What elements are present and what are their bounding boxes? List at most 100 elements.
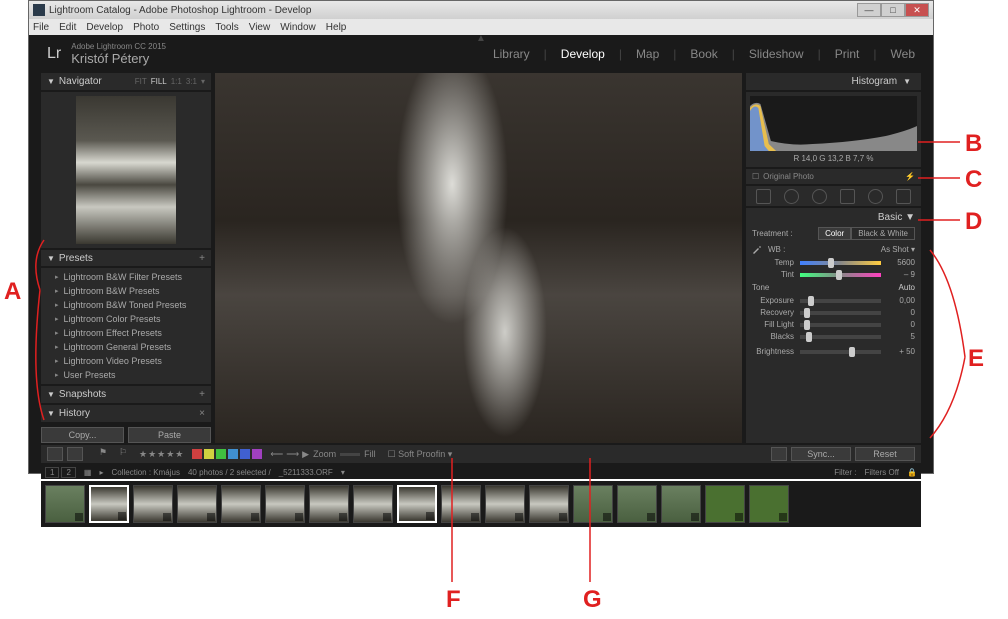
treatment-bw[interactable]: Black & White [851, 227, 915, 240]
grid-icon[interactable]: ▦ [84, 468, 92, 477]
nav-3to1[interactable]: 3:1 [186, 77, 197, 86]
menu-view[interactable]: View [249, 22, 271, 33]
rating-stars[interactable]: ★★★★★ [139, 449, 184, 460]
color-label-purple[interactable] [252, 449, 262, 459]
copy-button[interactable]: Copy... [41, 427, 124, 443]
image-viewport[interactable] [215, 73, 742, 443]
menu-window[interactable]: Window [280, 22, 316, 33]
radial-tool[interactable] [868, 189, 883, 204]
minimize-button[interactable]: — [857, 3, 881, 17]
module-develop[interactable]: Develop [561, 47, 605, 61]
add-snapshot-button[interactable]: + [199, 389, 205, 400]
menu-photo[interactable]: Photo [133, 22, 159, 33]
paste-button[interactable]: Paste [128, 427, 211, 443]
brightness-value[interactable]: + 50 [887, 347, 915, 356]
filmstrip-thumb[interactable] [45, 485, 85, 523]
filmstrip[interactable] [41, 481, 921, 527]
add-preset-button[interactable]: + [199, 253, 205, 264]
clear-history-button[interactable]: × [199, 408, 205, 419]
loupe-view-button[interactable] [47, 447, 63, 461]
preset-folder[interactable]: Lightroom B&W Presets [41, 284, 211, 298]
lock-icon[interactable]: 🔒 [907, 468, 917, 477]
zoom-slider[interactable] [340, 453, 360, 456]
filter-dropdown[interactable]: Filters Off [865, 468, 900, 477]
navigator-preview[interactable] [41, 92, 211, 248]
preset-folder[interactable]: Lightroom General Presets [41, 340, 211, 354]
spot-tool[interactable] [784, 189, 799, 204]
chevron-icon[interactable]: ▾ [201, 77, 205, 86]
menu-edit[interactable]: Edit [59, 22, 76, 33]
chevron-down-icon[interactable]: ▾ [341, 468, 345, 477]
flag-icon[interactable]: ⚑ [99, 447, 115, 461]
filmstrip-thumb[interactable] [265, 485, 305, 523]
history-header[interactable]: ▼ History × [41, 405, 211, 422]
prev-button[interactable]: ⟵ [270, 449, 283, 460]
nav-fit[interactable]: FIT [135, 77, 147, 86]
filmstrip-thumb[interactable] [177, 485, 217, 523]
menu-help[interactable]: Help [326, 22, 347, 33]
preset-folder[interactable]: User Presets [41, 368, 211, 382]
filmstrip-thumb[interactable] [309, 485, 349, 523]
close-button[interactable]: ✕ [905, 3, 929, 17]
fill-slider[interactable] [800, 323, 881, 327]
blacks-slider[interactable] [800, 335, 881, 339]
filmstrip-thumb[interactable] [89, 485, 129, 523]
snapshots-header[interactable]: ▼ Snapshots + [41, 386, 211, 403]
histogram[interactable]: R 14,0 G 13,2 B 7,7 % [746, 92, 921, 167]
nav-fill[interactable]: FILL [151, 77, 167, 86]
temp-value[interactable]: 5600 [887, 258, 915, 267]
menu-file[interactable]: File [33, 22, 49, 33]
chevron-icon[interactable]: ▸ [99, 468, 103, 477]
wb-value[interactable]: As Shot ▾ [881, 245, 915, 254]
compare-view-button[interactable] [67, 447, 83, 461]
nav-1to1[interactable]: 1:1 [171, 77, 182, 86]
maximize-button[interactable]: □ [881, 3, 905, 17]
filmstrip-thumb[interactable] [617, 485, 657, 523]
preset-folder[interactable]: Lightroom Effect Presets [41, 326, 211, 340]
fill-value[interactable]: 0 [887, 320, 915, 329]
zoom-label[interactable]: Zoom [313, 449, 336, 459]
filmstrip-thumb[interactable] [353, 485, 393, 523]
filmstrip-thumb[interactable] [661, 485, 701, 523]
reset-button[interactable]: Reset [855, 447, 915, 461]
filmstrip-thumb[interactable] [749, 485, 789, 523]
exposure-value[interactable]: 0,00 [887, 296, 915, 305]
reject-icon[interactable]: ⚐ [119, 447, 135, 461]
filmstrip-thumb[interactable] [529, 485, 569, 523]
color-label-blue2[interactable] [240, 449, 250, 459]
filmstrip-thumb[interactable] [133, 485, 173, 523]
eyedropper-icon[interactable] [752, 244, 762, 254]
treatment-color[interactable]: Color [818, 227, 851, 240]
original-photo-row[interactable]: ☐ Original Photo ⚡ [746, 169, 921, 184]
recovery-slider[interactable] [800, 311, 881, 315]
filmstrip-thumb[interactable] [573, 485, 613, 523]
soft-proof-label[interactable]: Soft Proofin [398, 449, 445, 459]
exposure-slider[interactable] [800, 299, 881, 303]
preset-folder[interactable]: Lightroom B&W Filter Presets [41, 270, 211, 284]
screen-2[interactable]: 2 [61, 467, 75, 478]
sync-button[interactable]: Sync... [791, 447, 851, 461]
brightness-slider[interactable] [800, 350, 881, 354]
color-label-green[interactable] [216, 449, 226, 459]
filmstrip-thumb[interactable] [485, 485, 525, 523]
filmstrip-thumb[interactable] [441, 485, 481, 523]
module-book[interactable]: Book [690, 47, 717, 61]
tint-slider[interactable] [800, 273, 881, 277]
menu-tools[interactable]: Tools [215, 22, 238, 33]
color-label-red[interactable] [192, 449, 202, 459]
blacks-value[interactable]: 5 [887, 332, 915, 341]
tint-value[interactable]: – 9 [887, 270, 915, 279]
chevron-down-icon[interactable]: ▼ [905, 212, 915, 223]
navigator-header[interactable]: ▼ Navigator FIT FILL 1:1 3:1 ▾ [41, 73, 211, 90]
screen-1[interactable]: 1 [45, 467, 59, 478]
bolt-icon[interactable]: ⚡ [905, 172, 915, 181]
brush-tool[interactable] [896, 189, 911, 204]
recovery-value[interactable]: 0 [887, 308, 915, 317]
color-label-yellow[interactable] [204, 449, 214, 459]
preset-folder[interactable]: Lightroom B&W Toned Presets [41, 298, 211, 312]
histogram-header[interactable]: Histogram ▼ [746, 73, 921, 90]
filmstrip-thumb[interactable] [705, 485, 745, 523]
auto-tone-button[interactable]: Auto [899, 283, 915, 292]
module-map[interactable]: Map [636, 47, 659, 61]
next-button[interactable]: ⟶ [286, 449, 299, 460]
